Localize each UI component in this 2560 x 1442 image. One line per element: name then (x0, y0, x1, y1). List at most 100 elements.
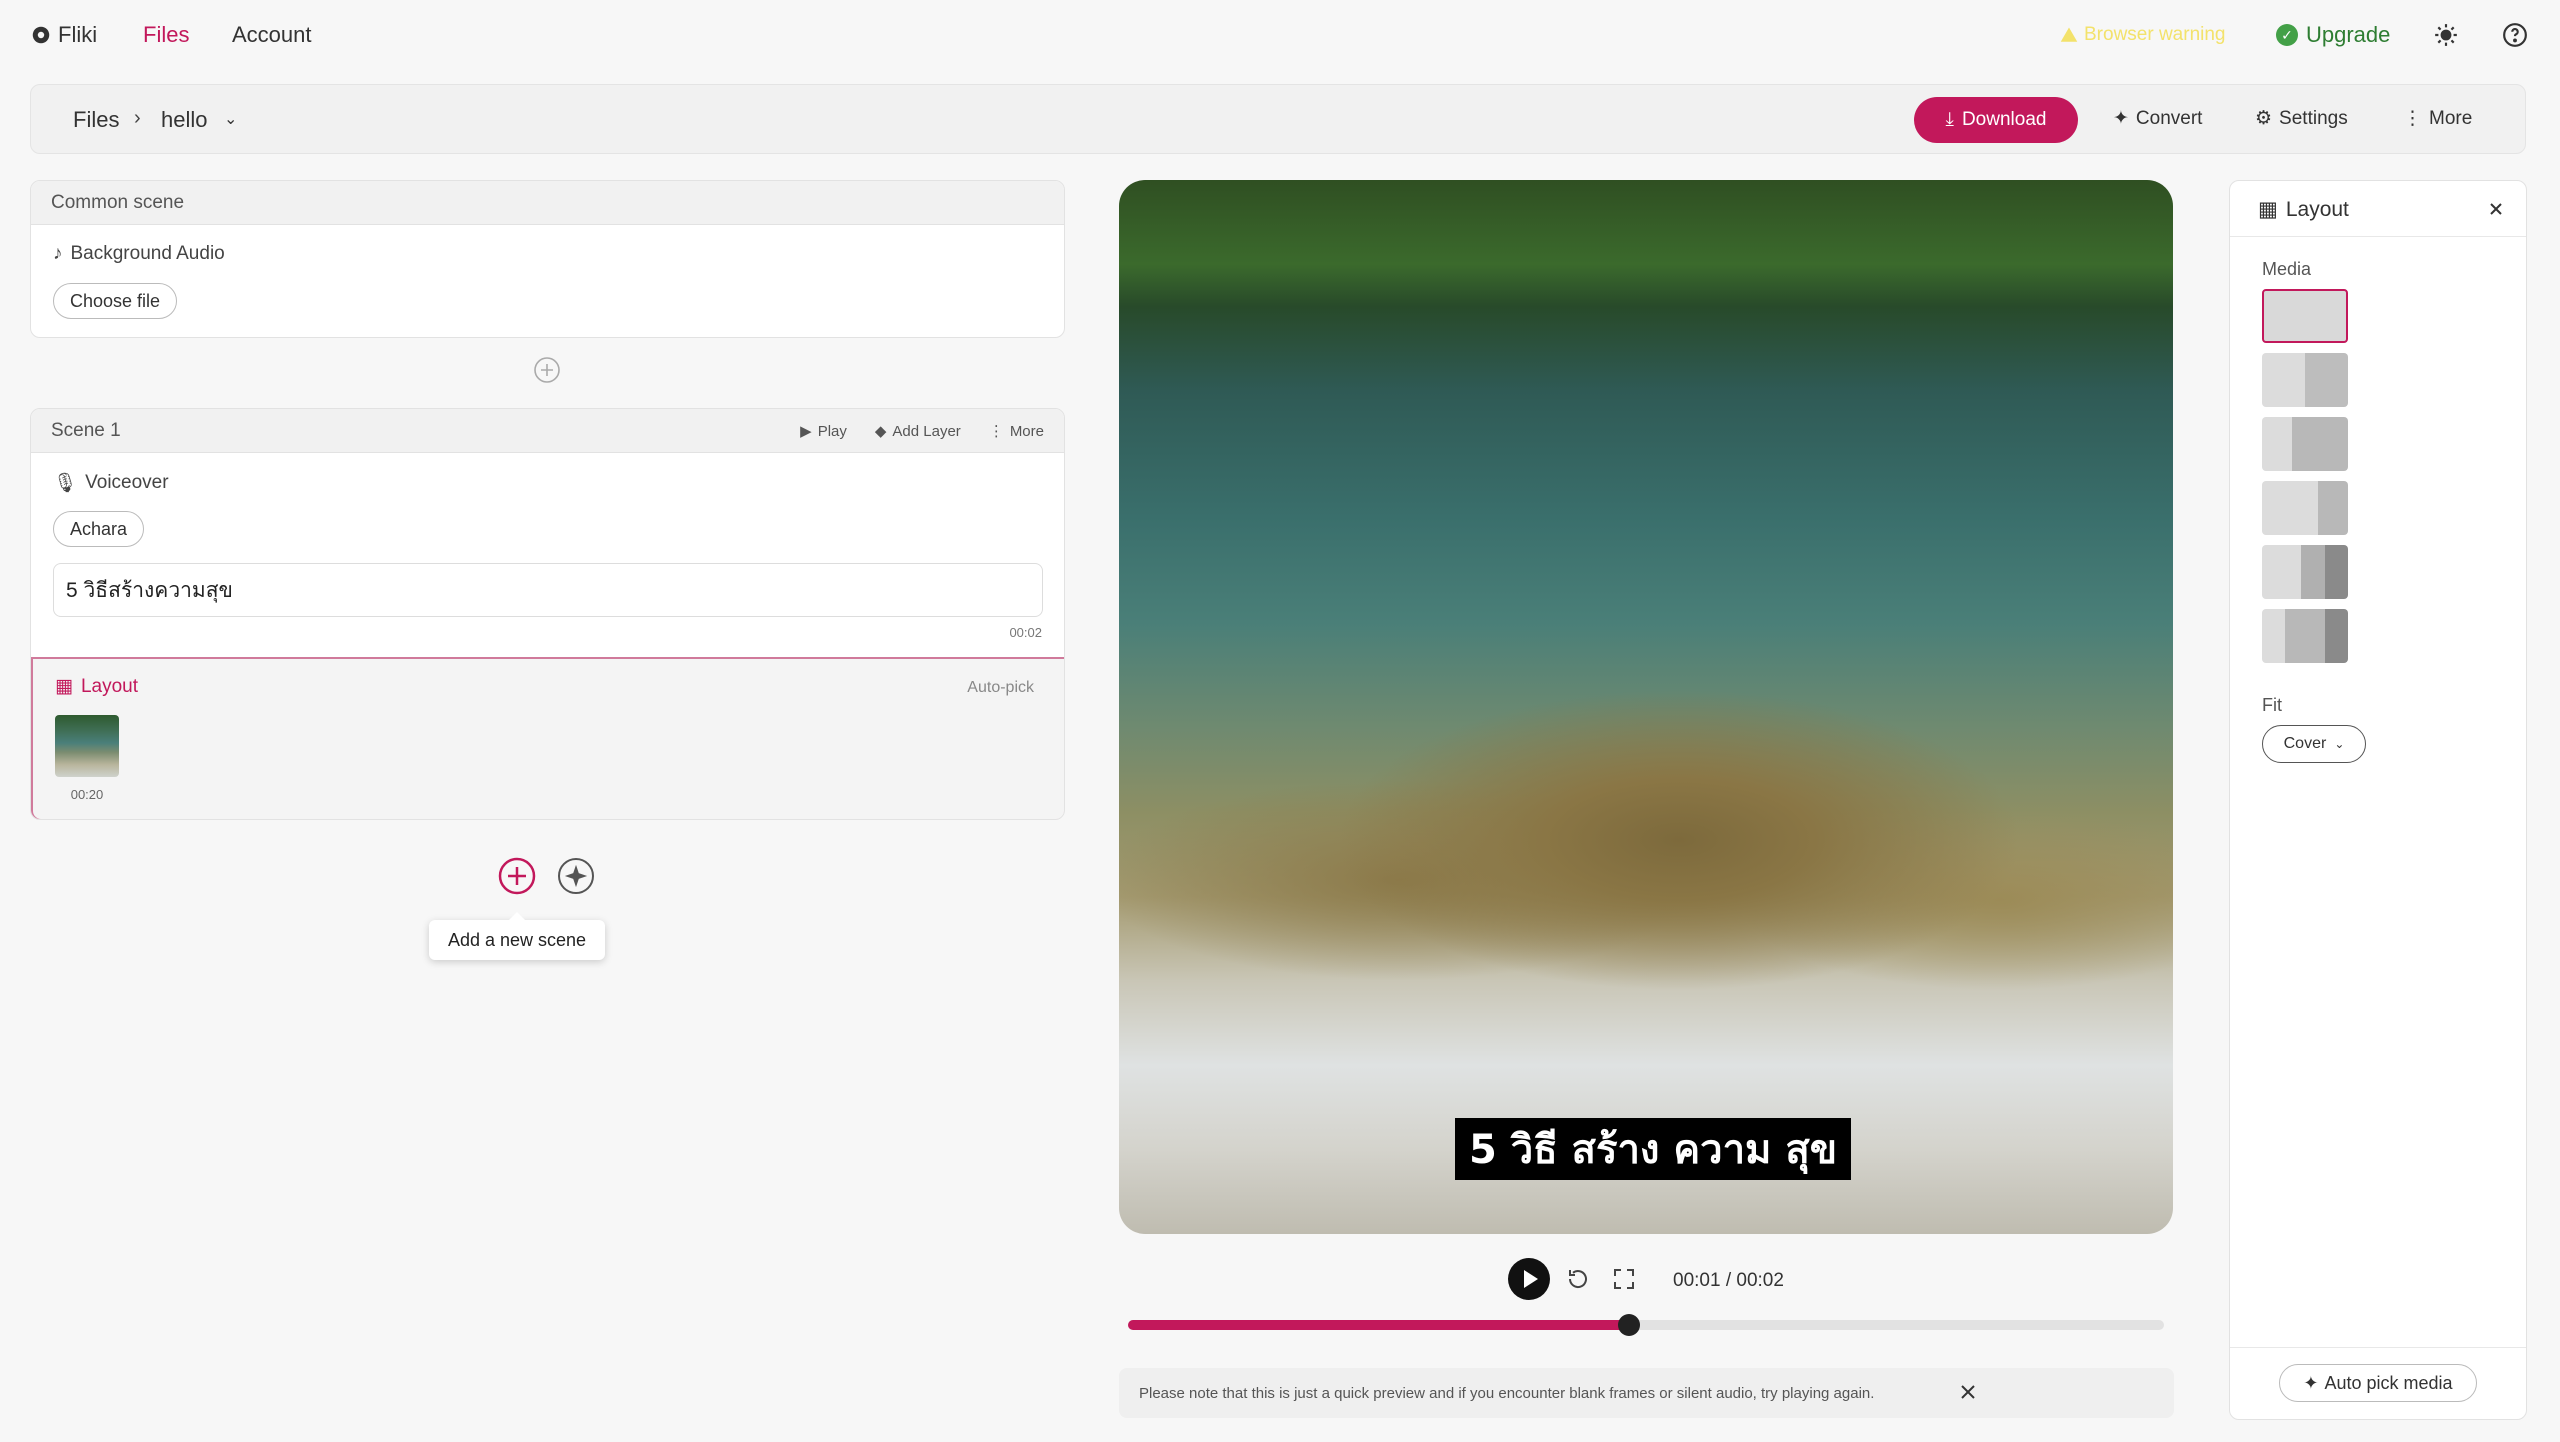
help-icon[interactable] (2502, 22, 2528, 48)
nav-files[interactable]: Files (143, 22, 189, 48)
breadcrumb-separator-icon: › (134, 107, 141, 129)
magic-add-scene-icon[interactable] (556, 856, 596, 896)
auto-pick-media-label: Auto pick media (2324, 1372, 2453, 1393)
sparkle-icon: ✦ (2113, 108, 2129, 129)
settings-button[interactable]: ⚙ Settings (2255, 107, 2348, 130)
common-scene-title: Common scene (51, 191, 185, 213)
background-audio-row: ♪ Background Audio (53, 243, 225, 265)
scene-card: Scene 1 ▶ Play ◆ Add Layer ⋮ More 🎙 Voic… (30, 408, 1065, 820)
voiceover-row: 🎙 Voiceover (53, 471, 169, 495)
more-vertical-icon: ⋮ (2403, 108, 2422, 129)
common-scene-card: Common scene ♪ Background Audio Choose f… (30, 180, 1065, 338)
layout-panel: ▦ Layout Media Fit Cover ⌄ ✦ Auto pick m… (2229, 180, 2527, 1420)
progress-handle[interactable] (1618, 1314, 1641, 1336)
brand-logo[interactable]: Fliki (30, 22, 97, 48)
browser-warning-label: Browser warning (2084, 24, 2226, 45)
microphone-icon: 🎙 (53, 473, 78, 494)
voice-selector-button[interactable]: Achara (53, 511, 145, 547)
theme-toggle-icon[interactable] (2433, 22, 2459, 48)
layout-title-label: Layout (80, 675, 138, 697)
music-note-icon: ♪ (53, 243, 63, 264)
play-circle-icon: ▶ (800, 423, 812, 440)
video-preview[interactable] (1119, 180, 2173, 1234)
fit-label: Fit (2262, 695, 2282, 715)
convert-label: Convert (2135, 107, 2203, 129)
insert-scene-icon[interactable] (533, 356, 561, 384)
scene-title: Scene 1 (51, 419, 121, 441)
browser-warning[interactable]: Browser warning (2060, 24, 2226, 46)
choose-file-button[interactable]: Choose file (53, 283, 178, 319)
scene-more-label: More (1009, 422, 1044, 440)
add-layer-label: Add Layer (892, 422, 961, 440)
media-layout-option[interactable] (2262, 545, 2348, 599)
chevron-down-icon: ⌄ (2334, 737, 2345, 751)
chevron-down-icon[interactable]: ⌄ (224, 109, 237, 129)
gear-icon: ⚙ (2255, 108, 2273, 129)
layout-grid-icon: ▦ (2258, 198, 2278, 221)
download-button[interactable]: ⤓ Download (1914, 97, 2078, 143)
auto-pick-label[interactable]: Auto-pick (967, 679, 1034, 697)
layout-title: ▦ Layout (55, 675, 138, 698)
auto-pick-media-button[interactable]: ✦ Auto pick media (2279, 1364, 2477, 1402)
progress-track[interactable] (1128, 1314, 2164, 1336)
toolbar: Files › hello ⌄ ⤓ Download ✦ Convert ⚙ S… (30, 84, 2526, 154)
close-note-icon[interactable] (1958, 1382, 1978, 1402)
close-icon[interactable] (2486, 199, 2506, 219)
upgrade-label: Upgrade (2306, 22, 2391, 47)
scene-layout-section[interactable]: ▦ Layout Auto-pick 00:20 (31, 657, 1064, 819)
breadcrumb-current-file[interactable]: hello (161, 107, 207, 133)
scene-play-button[interactable]: ▶ Play (800, 422, 847, 441)
media-layout-option[interactable] (2262, 353, 2348, 407)
download-label: Download (1961, 109, 2047, 130)
fullscreen-icon[interactable] (1612, 1267, 1636, 1291)
scene-text-input[interactable]: 5 วิธีสร้างความสุข (53, 563, 1043, 617)
add-scene-icon[interactable] (497, 856, 537, 896)
media-layout-option[interactable] (2262, 481, 2348, 535)
media-layout-option[interactable] (2262, 417, 2348, 471)
add-scene-tooltip: Add a new scene (429, 912, 605, 960)
more-vertical-icon: ⋮ (988, 423, 1004, 440)
progress-fill (1128, 1320, 1630, 1330)
play-button[interactable] (1508, 1258, 1550, 1300)
add-layer-button[interactable]: ◆ Add Layer (874, 422, 961, 441)
text-duration: 00:02 (1009, 625, 1042, 640)
download-icon: ⤓ (1945, 109, 1954, 130)
check-icon: ✓ (2276, 24, 2298, 46)
playback-time: 00:01 / 00:02 (1673, 1270, 1784, 1291)
media-thumbnail[interactable] (55, 715, 119, 777)
fit-select[interactable]: Cover ⌄ (2262, 725, 2366, 763)
layout-panel-title-label: Layout (2285, 197, 2349, 221)
settings-label: Settings (2279, 107, 2348, 129)
media-layout-option[interactable] (2262, 289, 2348, 343)
player-controls: 00:01 / 00:02 (1508, 1258, 1908, 1302)
layers-icon: ◆ (874, 423, 887, 440)
warning-icon (2060, 27, 2078, 42)
sparkle-icon: ✦ (2303, 1372, 2319, 1393)
layout-panel-footer: ✦ Auto pick media (2230, 1347, 2526, 1419)
voiceover-label: Voiceover (85, 472, 169, 493)
video-caption: 5 วิธี สร้าง ความ สุข (1455, 1118, 1852, 1180)
preview-note: Please note that this is just a quick pr… (1119, 1368, 2174, 1418)
more-button[interactable]: ⋮ More (2403, 107, 2472, 130)
more-label: More (2429, 107, 2473, 129)
scene-actions: ▶ Play ◆ Add Layer ⋮ More (800, 409, 1044, 453)
common-scene-header: Common scene (31, 181, 1064, 225)
fit-select-value: Cover (2283, 735, 2327, 752)
scene-more-button[interactable]: ⋮ More (988, 422, 1044, 441)
scene-play-label: Play (817, 422, 847, 440)
media-duration: 00:20 (70, 787, 104, 802)
breadcrumb-files[interactable]: Files (73, 107, 119, 133)
layout-grid-icon: ▦ (55, 676, 73, 697)
top-nav: Fliki Files Account Browser warning ✓ Up… (0, 0, 2560, 72)
nav-account[interactable]: Account (232, 22, 312, 48)
layout-panel-header: ▦ Layout (2230, 181, 2526, 237)
media-layout-option[interactable] (2262, 609, 2348, 663)
gear-logo-icon (32, 26, 50, 44)
replay-icon[interactable] (1566, 1267, 1590, 1291)
convert-button[interactable]: ✦ Convert (2113, 107, 2202, 130)
brand-name: Fliki (58, 22, 98, 47)
upgrade-button[interactable]: ✓ Upgrade (2276, 22, 2390, 48)
background-audio-label: Background Audio (70, 243, 225, 264)
scene-header: Scene 1 ▶ Play ◆ Add Layer ⋮ More (31, 409, 1064, 453)
layout-panel-title: ▦ Layout (2258, 197, 2349, 222)
